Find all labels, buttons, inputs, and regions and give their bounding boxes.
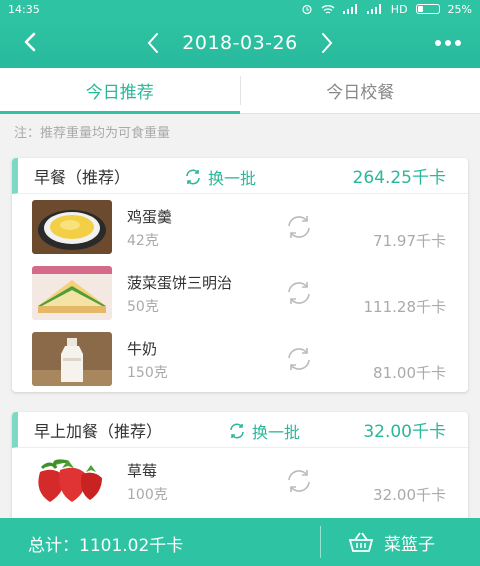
swap-icon	[288, 216, 310, 238]
food-name: 鸡蛋羹	[127, 208, 173, 226]
food-kcal: 111.28千卡	[363, 298, 447, 316]
swap-icon	[288, 470, 310, 492]
meal-card-header: 早上加餐（推荐） 换一批 32.00千卡	[12, 412, 468, 448]
more-menu-button[interactable]	[428, 26, 468, 60]
tab-label: 今日推荐	[85, 83, 154, 103]
meal-card-morning-snack: 早上加餐（推荐） 换一批 32.00千卡 草莓 100克 32.00千卡	[12, 412, 468, 518]
swap-icon	[288, 348, 310, 370]
food-item[interactable]: 草莓 100克 32.00千卡	[12, 448, 468, 514]
food-name: 菠菜蛋饼三明治	[127, 274, 233, 292]
swap-food-button[interactable]	[284, 468, 314, 494]
basket-label: 菜篮子	[384, 534, 435, 555]
meal-card-header: 早餐（推荐） 换一批 264.25千卡	[12, 158, 468, 194]
date-navigator: 2018-03-26	[140, 18, 340, 68]
food-weight: 50克	[127, 299, 159, 315]
tab-label: 今日校餐	[326, 83, 395, 103]
meal-title: 早上加餐（推荐）	[34, 421, 163, 441]
back-arrow-icon	[24, 32, 36, 52]
wifi-icon	[321, 4, 335, 14]
food-name: 草莓	[127, 462, 158, 480]
swap-food-button[interactable]	[284, 280, 314, 306]
basket-icon	[348, 532, 374, 552]
back-button[interactable]	[12, 24, 48, 60]
refresh-label: 换一批	[252, 423, 301, 442]
swap-food-button[interactable]	[284, 346, 314, 372]
refresh-icon	[186, 169, 200, 185]
swap-food-button[interactable]	[284, 214, 314, 240]
app-header: 2018-03-26	[0, 18, 480, 68]
more-dot-icon	[455, 40, 461, 46]
food-kcal: 71.97千卡	[373, 232, 446, 250]
signal-icon	[342, 4, 357, 14]
refresh-batch-button[interactable]: 换一批	[228, 419, 300, 443]
food-item[interactable]: 牛奶 150克 81.00千卡	[12, 326, 468, 392]
meal-kcal: 32.00千卡	[363, 422, 446, 442]
alarm-icon	[302, 4, 312, 15]
weight-note: 注：推荐重量均为可食重量	[14, 126, 171, 141]
food-item[interactable]: 菠菜蛋饼三明治 50克 111.28千卡	[12, 260, 468, 326]
food-kcal: 81.00千卡	[373, 364, 446, 382]
signal-icon-2	[366, 4, 381, 14]
refresh-batch-button[interactable]: 换一批	[184, 165, 256, 189]
chevron-right-icon	[321, 33, 333, 53]
status-time: 14:35	[8, 2, 40, 16]
network-label: HD	[390, 2, 408, 16]
next-date-button[interactable]	[314, 25, 340, 61]
tab-today-recommend[interactable]: 今日推荐	[0, 68, 240, 114]
food-weight: 100克	[127, 487, 168, 503]
swap-icon	[288, 282, 310, 304]
current-date[interactable]: 2018-03-26	[182, 32, 297, 54]
status-bar: 14:35 HD 25%	[0, 0, 480, 18]
more-dot-icon	[445, 40, 451, 46]
steamed-egg-image	[32, 200, 112, 254]
status-icons: HD 25%	[301, 3, 472, 16]
meal-kcal: 264.25千卡	[352, 168, 446, 188]
food-name: 牛奶	[127, 340, 158, 358]
prev-date-button[interactable]	[140, 25, 166, 61]
sandwich-image	[32, 266, 112, 320]
chevron-left-icon	[147, 33, 158, 53]
more-dot-icon	[435, 40, 441, 46]
total-kcal: 总计：1101.02千卡	[28, 536, 184, 556]
meal-card-breakfast: 早餐（推荐） 换一批 264.25千卡 鸡蛋羹 42克 71.97千卡 菠菜蛋饼…	[12, 158, 468, 392]
tab-today-school-meal[interactable]: 今日校餐	[241, 68, 480, 113]
battery-level: 25%	[447, 2, 472, 16]
meal-title: 早餐（推荐）	[34, 167, 131, 187]
footer-divider	[320, 526, 321, 558]
food-weight: 150克	[127, 365, 168, 381]
food-item[interactable]: 鸡蛋羹 42克 71.97千卡	[12, 194, 468, 260]
battery-icon	[415, 4, 440, 14]
basket-button[interactable]: 菜篮子	[348, 526, 435, 558]
milk-bottle-image	[32, 332, 112, 386]
refresh-icon	[230, 423, 244, 439]
strawberry-image	[32, 454, 112, 508]
food-weight: 42克	[127, 233, 159, 249]
refresh-label: 换一批	[208, 169, 257, 188]
footer-bar: 总计：1101.02千卡 菜篮子	[0, 518, 480, 566]
food-kcal: 32.00千卡	[373, 486, 446, 504]
tab-bar: 今日推荐 今日校餐	[0, 68, 480, 114]
